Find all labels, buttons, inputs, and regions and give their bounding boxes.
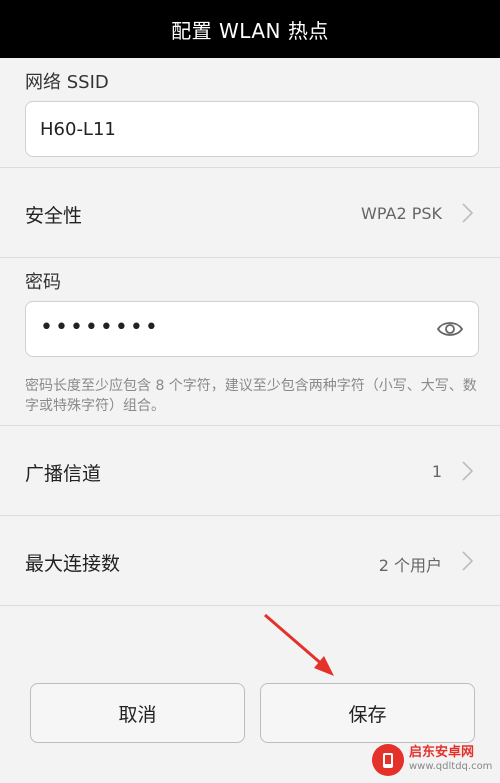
ssid-value: H60-L11: [40, 119, 116, 140]
channel-row[interactable]: 广播信道 1: [0, 426, 500, 515]
channel-value: 1: [431, 462, 442, 481]
page-title: 配置 WLAN 热点: [171, 18, 329, 43]
security-label: 安全性: [25, 205, 83, 227]
chevron-right-icon: [462, 461, 474, 481]
ssid-label: 网络 SSID: [25, 72, 109, 93]
red-arrow-icon: [264, 613, 334, 676]
security-row[interactable]: 安全性 WPA2 PSK: [0, 168, 500, 257]
chevron-right-icon: [462, 551, 474, 571]
cancel-button[interactable]: 取消: [30, 683, 245, 743]
watermark-name: 启东安卓网: [409, 745, 475, 760]
divider: [0, 605, 500, 606]
chevron-right-icon: [462, 203, 474, 223]
watermark-logo-icon: [372, 744, 404, 776]
title-bar: 配置 WLAN 热点: [0, 0, 500, 58]
save-button[interactable]: 保存: [260, 683, 475, 743]
security-value: WPA2 PSK: [361, 204, 442, 223]
watermark-url: www.qdltdq.com: [409, 761, 493, 772]
password-value: ••••••••: [40, 315, 160, 340]
password-label: 密码: [25, 272, 61, 293]
password-input[interactable]: ••••••••: [25, 301, 479, 357]
watermark: 启东安卓网 www.qdltdq.com: [372, 740, 497, 780]
ssid-input[interactable]: H60-L11: [25, 101, 479, 157]
eye-icon[interactable]: [436, 318, 464, 340]
max-connections-label: 最大连接数: [25, 553, 121, 575]
channel-label: 广播信道: [25, 463, 102, 485]
divider: [0, 257, 500, 258]
max-connections-value: 2 个用户: [378, 556, 442, 575]
password-hint: 密码长度至少应包含 8 个字符，建议至少包含两种字符（小写、大写、数字或特殊字符…: [25, 378, 477, 414]
max-connections-row[interactable]: 最大连接数 2 个用户: [0, 516, 500, 605]
